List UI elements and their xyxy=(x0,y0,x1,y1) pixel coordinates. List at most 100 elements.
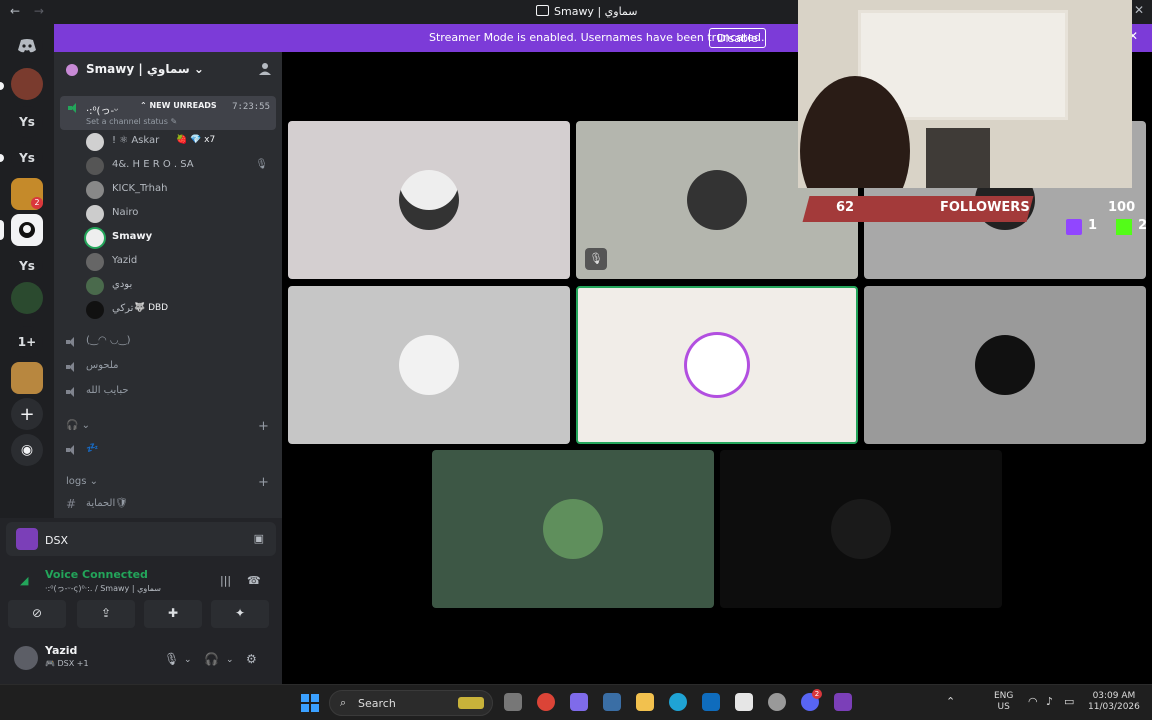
voice-member[interactable]: بودي xyxy=(86,276,276,296)
avatar xyxy=(86,301,104,319)
participant-tile-speaking[interactable] xyxy=(576,286,858,444)
screen-share-icon[interactable]: ▣ xyxy=(254,532,264,545)
soundboard-button[interactable]: ✦ xyxy=(211,600,269,628)
add-server-icon[interactable]: + xyxy=(11,398,43,430)
voice-actions: ⊘ ⇪ ✚ ✦ xyxy=(8,600,274,628)
voice-member[interactable]: KICK_Trhah xyxy=(86,180,276,200)
category-logs[interactable]: logs ⌄ + xyxy=(66,475,269,490)
edge-icon[interactable] xyxy=(669,693,687,711)
outlook-icon[interactable] xyxy=(702,693,720,711)
game-name: DSX xyxy=(45,534,68,547)
voice-channel-name: ·:⁰(っ-ᵕ xyxy=(86,106,119,117)
windows-start-icon[interactable] xyxy=(301,694,319,712)
disable-button[interactable]: Disable xyxy=(709,28,766,48)
voice-channel[interactable]: (‿◠ ◡‿) xyxy=(66,332,276,352)
user-name[interactable]: Yazid xyxy=(45,644,77,657)
participant-tile[interactable] xyxy=(432,450,714,608)
server-ys-2[interactable]: Ys xyxy=(11,142,43,174)
voice-channel[interactable]: حبايب الله xyxy=(66,382,276,402)
forward-arrow-icon[interactable]: → xyxy=(34,4,44,18)
channel-name: حبايب الله xyxy=(86,385,129,396)
kick-count: 2 xyxy=(1138,218,1148,233)
voice-connected-label[interactable]: Voice Connected xyxy=(45,568,148,581)
voice-channel[interactable]: 💤 xyxy=(66,440,276,460)
taskbar-search[interactable]: ⌕ Search xyxy=(329,690,493,716)
voice-member[interactable]: Nairo xyxy=(86,204,276,224)
noise-suppression-icon[interactable]: ||| xyxy=(220,574,231,587)
camera-off-button[interactable]: ⊘ xyxy=(8,600,66,628)
chair-shape xyxy=(926,128,990,188)
task-view-icon[interactable] xyxy=(504,693,522,711)
streaming-app-icon[interactable] xyxy=(834,693,852,711)
game-activity[interactable]: DSX ▣ xyxy=(6,522,276,556)
kick-icon xyxy=(1116,219,1132,235)
member-name: Smawy xyxy=(112,231,153,242)
disconnect-icon[interactable]: ☎ xyxy=(247,574,261,587)
add-channel-icon[interactable]: + xyxy=(258,419,269,434)
participant-tile[interactable] xyxy=(288,286,570,444)
add-member-icon[interactable] xyxy=(258,62,272,80)
settings-gear-icon[interactable]: ⚙ xyxy=(246,652,257,666)
chevron-down-icon[interactable]: ⌄ xyxy=(226,655,234,665)
add-channel-icon[interactable]: + xyxy=(258,475,269,490)
server-ys-1[interactable]: Ys xyxy=(11,106,43,138)
wifi-icon[interactable]: ◠ xyxy=(1028,695,1038,708)
microphone-icon[interactable]: 🎙 xyxy=(164,652,179,666)
explore-compass-icon[interactable]: ◉ xyxy=(11,434,43,466)
voice-member[interactable]: Smawy xyxy=(86,228,276,248)
muted-icon: 🎙 xyxy=(255,159,268,170)
active-voice-channel[interactable]: ·:⁰(っ-ᵕ ⌃ NEW UNREADS 7:23:55 Set a chan… xyxy=(60,96,276,130)
file-explorer-icon[interactable] xyxy=(636,693,654,711)
discord-home-icon[interactable] xyxy=(11,30,43,62)
server-ys-3[interactable]: Ys xyxy=(11,250,43,282)
server-name[interactable]: Smawy | سماوي ⌄ xyxy=(86,62,204,76)
back-arrow-icon[interactable]: ← xyxy=(10,4,20,18)
volume-icon[interactable]: ♪ xyxy=(1046,695,1053,708)
participant-tile[interactable] xyxy=(864,286,1146,444)
chevron-down-icon[interactable]: ⌄ xyxy=(184,655,192,665)
voice-member[interactable]: ! ⚛ Askar 🍓 💎 x7 xyxy=(86,132,276,152)
participant-tile[interactable] xyxy=(720,450,1002,608)
editor-icon[interactable] xyxy=(603,693,621,711)
server-food-icon[interactable] xyxy=(11,362,43,394)
twitch-icon xyxy=(1066,219,1082,235)
copilot-icon[interactable] xyxy=(570,693,588,711)
voice-member[interactable]: Yazid xyxy=(86,252,276,272)
server-badge: 2 xyxy=(31,197,43,209)
game-icon xyxy=(16,528,38,550)
clock-date: 11/03/2026 xyxy=(1088,702,1140,712)
voice-member[interactable]: 4&. H E R O . SA 🎙 xyxy=(86,156,276,176)
avatar[interactable] xyxy=(14,646,38,670)
search-icon: ⌕ xyxy=(340,696,347,709)
server-avatar-icon[interactable] xyxy=(11,68,43,100)
channel-status[interactable]: Set a channel status ✎ xyxy=(86,117,177,126)
share-screen-button[interactable]: ⇪ xyxy=(77,600,135,628)
tray-chevron-icon[interactable]: ⌃ xyxy=(946,695,955,708)
voice-channel[interactable]: ملحوس xyxy=(66,357,276,377)
member-name: بودي xyxy=(112,279,133,290)
avatar xyxy=(86,277,104,295)
voice-channel-path[interactable]: ·:⁰(っ-ᵕ-ς)⁰·:. / Smawy | سماوي xyxy=(45,583,161,594)
text-channel[interactable]: # الحماية🛡 xyxy=(66,495,276,515)
settings-app-icon[interactable] xyxy=(768,693,786,711)
close-window-icon[interactable]: ✕ xyxy=(1134,3,1144,17)
speaker-icon xyxy=(66,445,78,455)
chrome-icon[interactable] xyxy=(537,693,555,711)
language-indicator[interactable]: ENG US xyxy=(994,691,1013,713)
taskbar: ⌕ Search 2 ⌃ ENG US ◠ ♪ ▭ 03:09 AM 11/03… xyxy=(0,684,1152,720)
clock[interactable]: 03:09 AM 11/03/2026 xyxy=(1088,691,1140,713)
server-folder[interactable]: 1+ xyxy=(11,326,43,358)
channel-name: الحماية🛡 xyxy=(86,498,128,509)
participant-tile[interactable] xyxy=(288,121,570,279)
server-green-icon[interactable] xyxy=(11,282,43,314)
activities-button[interactable]: ✚ xyxy=(144,600,202,628)
store-icon[interactable] xyxy=(735,693,753,711)
avatar xyxy=(86,253,104,271)
new-unreads-badge[interactable]: ⌃ NEW UNREADS xyxy=(138,101,219,110)
voice-member[interactable]: تركي 🐺 DBD xyxy=(86,300,276,320)
battery-icon[interactable]: ▭ xyxy=(1064,695,1074,708)
server-selected-icon[interactable] xyxy=(11,214,43,246)
headphones-icon[interactable]: 🎧 xyxy=(204,652,219,666)
signal-icon[interactable]: ◢ xyxy=(20,574,28,587)
category-headphones[interactable]: 🎧 ⌄ + xyxy=(66,419,269,434)
